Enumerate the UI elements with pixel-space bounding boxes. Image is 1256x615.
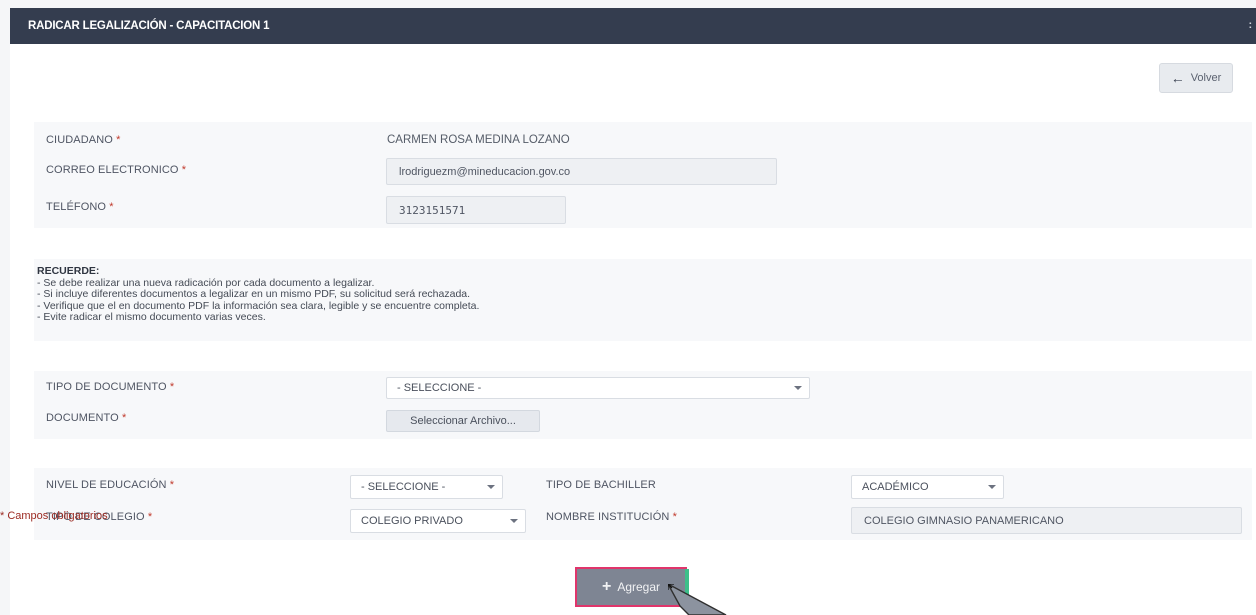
bachiller-type-label: TIPO DE BACHILLER — [546, 479, 656, 491]
chevron-down-icon — [988, 485, 996, 489]
bachiller-type-select[interactable]: ACADÉMICO — [851, 475, 1004, 499]
form-page: ← Volver CIUDADANO * CARMEN ROSA MEDINA … — [10, 44, 1256, 615]
chevron-down-icon — [794, 386, 802, 390]
school-type-selected: COLEGIO PRIVADO — [361, 515, 463, 527]
notice-line: - Evite radicar el mismo documento varia… — [37, 311, 266, 323]
school-type-select[interactable]: COLEGIO PRIVADO — [350, 509, 526, 533]
chevron-down-icon — [487, 485, 495, 489]
required-fields-note: * Campos obligatorios — [0, 510, 108, 522]
bachiller-type-selected: ACADÉMICO — [862, 481, 929, 493]
page-title: RADICAR LEGALIZACIÓN - CAPACITACION 1 — [28, 20, 270, 32]
education-level-selected: - SELECCIONE - — [361, 481, 446, 493]
chevron-down-icon — [510, 519, 518, 523]
add-button-label: Agregar — [617, 580, 661, 594]
document-type-label: TIPO DE DOCUMENTO * — [46, 381, 175, 393]
phone-label: TELÉFONO * — [46, 201, 114, 213]
more-options-icon[interactable]: : — [1249, 19, 1253, 31]
back-button-label: Volver — [1190, 72, 1222, 84]
citizen-label: CIUDADANO * — [46, 134, 121, 146]
mouse-pointer-icon — [668, 584, 727, 615]
email-field[interactable]: lrodriguezm@mineducacion.gov.co — [386, 158, 777, 185]
notice-box: RECUERDE: - Se debe realizar una nueva r… — [34, 259, 1252, 341]
education-level-select[interactable]: - SELECCIONE - — [350, 475, 503, 499]
back-button[interactable]: ← Volver — [1159, 63, 1233, 93]
education-card: NIVEL DE EDUCACIÓN * - SELECCIONE - TIPO… — [34, 468, 1252, 540]
document-type-selected: - SELECCIONE - — [397, 382, 482, 394]
select-file-button[interactable]: Seleccionar Archivo... — [386, 410, 540, 432]
notice-title: RECUERDE: — [37, 265, 100, 277]
document-type-select[interactable]: - SELECCIONE - — [386, 377, 810, 399]
education-level-label: NIVEL DE EDUCACIÓN * — [46, 479, 175, 491]
page-header: RADICAR LEGALIZACIÓN - CAPACITACION 1 : — [10, 8, 1256, 44]
arrow-left-icon: ← — [1170, 70, 1185, 86]
plus-icon: + — [601, 578, 612, 595]
document-card: TIPO DE DOCUMENTO * - SELECCIONE - DOCUM… — [34, 371, 1252, 439]
citizen-value: CARMEN ROSA MEDINA LOZANO — [387, 134, 570, 146]
institution-name-field[interactable]: COLEGIO GIMNASIO PANAMERICANO — [851, 507, 1242, 534]
applicant-card: CIUDADANO * CARMEN ROSA MEDINA LOZANO CO… — [34, 122, 1252, 228]
notice-line: - Si incluye diferentes documentos a leg… — [37, 288, 471, 300]
document-file-label: DOCUMENTO * — [46, 412, 127, 424]
email-label: CORREO ELECTRONICO * — [46, 164, 187, 176]
phone-field[interactable]: 3123151571 — [386, 196, 566, 224]
institution-name-label: NOMBRE INSTITUCIÓN * — [546, 511, 677, 523]
